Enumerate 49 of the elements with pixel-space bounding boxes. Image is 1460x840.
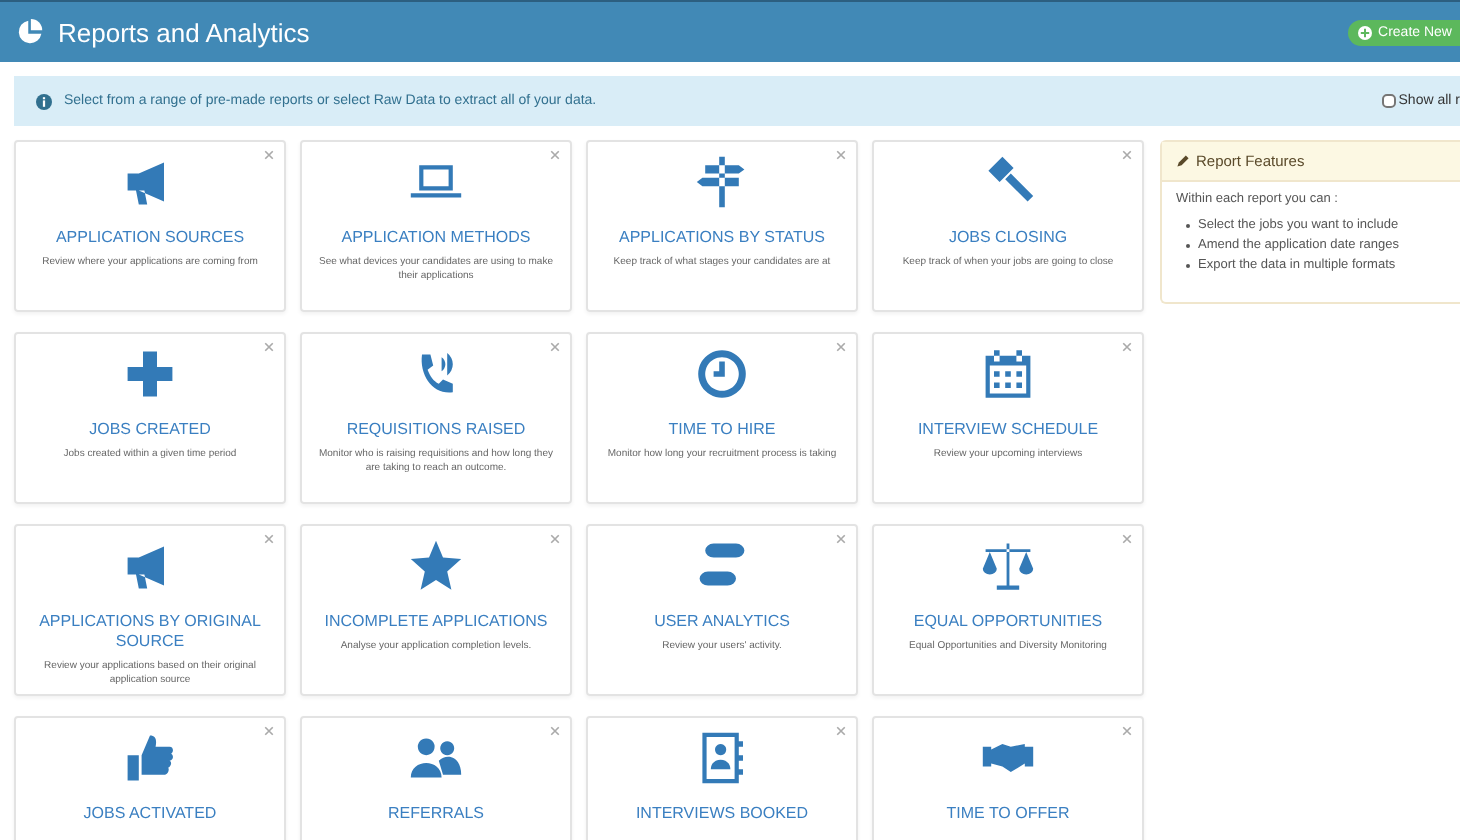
- plus-icon: [122, 346, 178, 402]
- close-icon[interactable]: [836, 534, 846, 544]
- report-title: REQUISITIONS RAISED: [346, 420, 526, 440]
- close-icon[interactable]: [1122, 726, 1132, 736]
- scales-icon: [980, 538, 1036, 594]
- close-icon[interactable]: [264, 342, 274, 352]
- report-title: INTERVIEW SCHEDULE: [917, 420, 1099, 440]
- report-card[interactable]: REFERRALS: [300, 716, 572, 840]
- plus-circle-icon: [1358, 25, 1373, 39]
- pie-chart-icon: [16, 18, 44, 46]
- report-card[interactable]: TIME TO OFFER: [872, 716, 1144, 840]
- info-icon: [36, 93, 52, 109]
- close-icon[interactable]: [550, 150, 560, 160]
- close-icon[interactable]: [836, 150, 846, 160]
- signpost-icon: [694, 154, 750, 210]
- pencil-icon: [1176, 154, 1190, 168]
- report-title: INTERVIEWS BOOKED: [635, 804, 809, 824]
- show-all-checkbox[interactable]: [1382, 94, 1397, 108]
- close-icon[interactable]: [836, 726, 846, 736]
- report-card[interactable]: JOBS ACTIVATED: [14, 716, 286, 840]
- report-title: APPLICATION METHODS: [341, 228, 531, 248]
- page-title: Reports and Analytics: [58, 17, 310, 47]
- close-icon[interactable]: [1122, 150, 1132, 160]
- report-title: REFERRALS: [387, 804, 484, 824]
- report-title: TIME TO HIRE: [668, 420, 776, 440]
- report-title: EQUAL OPPORTUNITIES: [913, 612, 1103, 632]
- report-title: JOBS CLOSING: [948, 228, 1068, 248]
- thumbs-up-icon: [122, 730, 178, 786]
- report-title: APPLICATION SOURCES: [55, 228, 245, 248]
- report-title: APPLICATIONS BY ORIGINAL SOURCE: [37, 612, 263, 652]
- close-icon[interactable]: [264, 726, 274, 736]
- close-icon[interactable]: [550, 534, 560, 544]
- report-title: JOBS ACTIVATED: [83, 804, 217, 824]
- report-title: APPLICATIONS BY STATUS: [619, 228, 825, 248]
- close-icon[interactable]: [836, 342, 846, 352]
- report-title: TIME TO OFFER: [946, 804, 1070, 824]
- report-title: INCOMPLETE APPLICATIONS: [324, 612, 548, 632]
- star-icon: [408, 538, 464, 594]
- close-icon[interactable]: [1122, 534, 1132, 544]
- calendar-icon: [980, 346, 1036, 402]
- close-icon[interactable]: [550, 342, 560, 352]
- report-title: JOBS CREATED: [89, 420, 211, 440]
- close-icon[interactable]: [1122, 342, 1132, 352]
- close-icon[interactable]: [264, 150, 274, 160]
- report-title: USER ANALYTICS: [654, 612, 790, 632]
- clock-icon: [694, 346, 750, 402]
- report-card[interactable]: INTERVIEWS BOOKED: [586, 716, 858, 840]
- close-icon[interactable]: [550, 726, 560, 736]
- close-icon[interactable]: [264, 534, 274, 544]
